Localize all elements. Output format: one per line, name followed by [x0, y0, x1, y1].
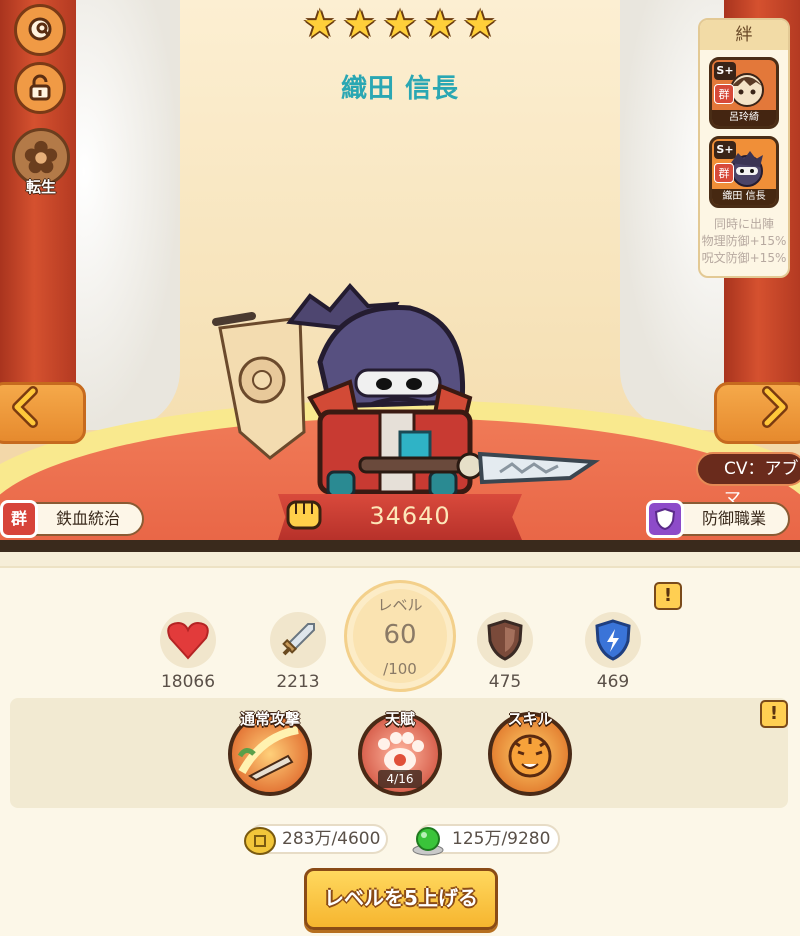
role-tag[interactable]: 防御職業 — [646, 500, 790, 538]
hp-stat: 18066 — [143, 612, 233, 692]
exp-resource: 125万/9280 — [412, 824, 560, 856]
hp-value: 18066 — [160, 672, 216, 692]
gold-amount: 283万/4600 — [282, 829, 381, 849]
skill-label: 通常攻撃 — [239, 710, 300, 728]
skill-label: スキル — [507, 710, 553, 728]
star-icon: ★ — [423, 2, 458, 46]
hero-character-illustration — [212, 282, 600, 498]
attack-value: 2213 — [276, 672, 320, 692]
level-value: 60 — [383, 620, 417, 650]
talent-skill[interactable]: 天賦 4/16 — [358, 708, 442, 798]
lightning-shield-icon — [585, 612, 641, 668]
voice-actor-badge[interactable]: CV：アブマ — [696, 452, 800, 509]
unlock-icon — [29, 74, 51, 101]
bond-desc-line: 呪文防御+15% — [701, 251, 787, 265]
faction-badge: 群 — [714, 84, 734, 104]
star-rating: ★ ★ ★ ★ ★ — [0, 4, 800, 44]
stage-divider — [0, 540, 800, 552]
star-icon: ★ — [302, 2, 337, 46]
combat-power-value: 34640 — [369, 502, 451, 530]
rank-badge: S+ — [714, 62, 736, 80]
exp-orb-icon — [412, 827, 444, 856]
exp-amount: 125万/9280 — [452, 829, 551, 849]
bond-desc-line: 同時に出陣 — [713, 217, 774, 231]
attack-stat: 2213 — [253, 612, 343, 692]
bond-description: 同時に出陣 物理防御+15% 呪文防御+15% — [700, 216, 788, 267]
magic-defense-value: 469 — [596, 672, 630, 692]
bond-title: 絆 — [700, 20, 788, 50]
left-curtain — [60, 0, 180, 430]
shield-icon — [477, 612, 533, 668]
magnifier-icon — [28, 17, 52, 41]
bond-desc-line: 物理防御+15% — [701, 234, 787, 248]
bond-panel: 絆 S+ 群 呂玲綺 S+ 群 織田 信長 同時に出陣 物理防御+15% 呪文防… — [698, 18, 790, 278]
next-hero-button[interactable] — [756, 382, 796, 432]
rank-badge: S+ — [714, 141, 736, 159]
star-icon: ★ — [342, 2, 377, 46]
bond-hero-card[interactable]: S+ 群 呂玲綺 — [709, 57, 779, 129]
gold-resource: 283万/4600 — [244, 824, 388, 855]
chevron-right-icon — [762, 386, 788, 428]
magic-defense-stat: 469 — [568, 612, 658, 692]
normal-attack-skill[interactable]: 通常攻撃 — [228, 708, 312, 798]
gold-coin-icon — [244, 827, 276, 855]
prev-hero-button[interactable] — [4, 382, 44, 432]
sword-icon — [270, 612, 326, 668]
faction-icon: 群 — [0, 500, 38, 538]
faction-badge: 群 — [714, 163, 734, 183]
bond-hero-card[interactable]: S+ 群 織田 信長 — [709, 136, 779, 208]
star-icon: ★ — [463, 2, 498, 46]
level-up-button[interactable]: レベルを5上げる — [304, 868, 498, 930]
rebirth-label: 転生 — [25, 178, 56, 196]
chevron-left-icon — [12, 386, 38, 428]
shield-role-icon — [646, 500, 684, 538]
flower-icon — [24, 140, 58, 174]
special-skill[interactable]: スキル — [488, 708, 572, 798]
faction-tag[interactable]: 群 鉄血統治 — [0, 500, 144, 538]
talent-count: 4/16 — [378, 770, 422, 788]
bond-hero-name: 織田 信長 — [712, 189, 776, 205]
physical-defense-value: 475 — [488, 672, 522, 692]
bond-hero-name: 呂玲綺 — [712, 110, 776, 126]
hero-name: 織田 信長 — [340, 74, 460, 104]
faction-label: 鉄血統治 — [56, 509, 121, 528]
skills-info-button[interactable]: ! — [760, 700, 788, 728]
star-icon: ★ — [382, 2, 418, 46]
role-label: 防御職業 — [702, 509, 767, 528]
view-button[interactable] — [14, 4, 66, 56]
skill-label: 天賦 — [384, 710, 415, 728]
level-max: /100 — [383, 660, 417, 678]
lock-button[interactable] — [14, 62, 66, 114]
physical-defense-stat: 475 — [460, 612, 550, 692]
heart-icon — [160, 612, 216, 668]
level-label: レベル — [377, 596, 423, 614]
stats-info-button[interactable]: ! — [654, 582, 682, 610]
